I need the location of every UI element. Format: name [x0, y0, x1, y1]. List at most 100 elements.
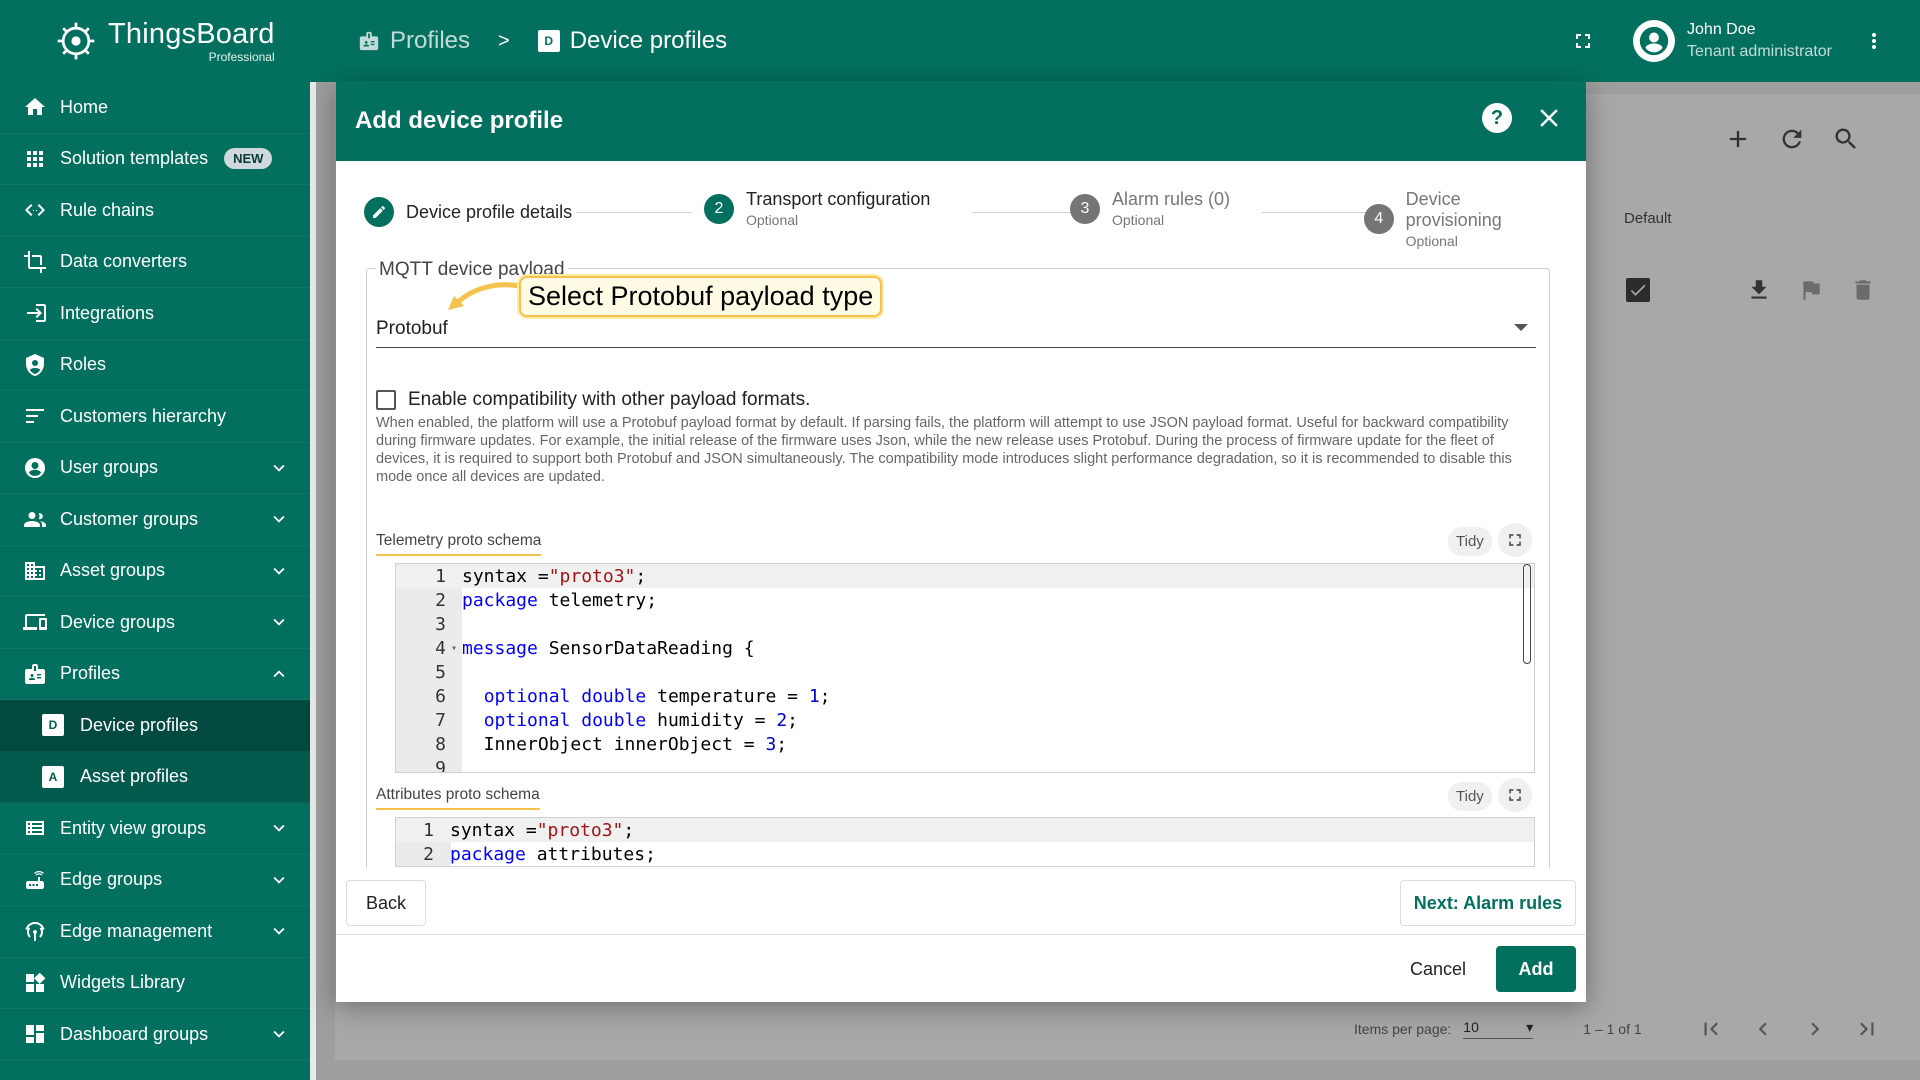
- sidebar-item-roles[interactable]: Roles: [0, 340, 310, 391]
- step-device-profile-details[interactable]: Device profile details: [364, 197, 572, 227]
- last-page-icon[interactable]: [1854, 1016, 1880, 1042]
- check-icon: [1630, 284, 1646, 296]
- telemetry-code-editor[interactable]: 1 syntax ="proto3"; 2 package telemetry;…: [395, 563, 1535, 773]
- chevron-down-icon[interactable]: [268, 817, 290, 839]
- sidebar-item-rule-chains[interactable]: Rule chains: [0, 185, 310, 237]
- step-optional: Optional: [746, 212, 799, 228]
- next-alarm-rules-button[interactable]: Next: Alarm rules: [1400, 880, 1576, 926]
- line-number: 5: [435, 661, 446, 683]
- caret-down-icon: [1514, 324, 1528, 331]
- step-label: Device provisioning: [1405, 189, 1502, 230]
- badge-icon: [359, 31, 379, 51]
- breadcrumb-profiles[interactable]: Profiles: [358, 27, 470, 55]
- sidebar-item-entity-view-groups[interactable]: Entity view groups: [0, 803, 310, 855]
- asset-profile-icon: A: [42, 765, 64, 788]
- fullscreen-icon[interactable]: [1571, 29, 1595, 53]
- chevron-down-icon[interactable]: [268, 611, 290, 633]
- dialog-footer: Back Next: Alarm rules Cancel Add: [336, 868, 1586, 1002]
- flag-icon[interactable]: [1798, 277, 1824, 303]
- sidebar-item-widgets-library[interactable]: Widgets Library: [0, 958, 310, 1009]
- add-icon[interactable]: [1724, 125, 1752, 153]
- editor-scrollbar[interactable]: [1523, 564, 1531, 664]
- code-line: 4 ▾ message SensorDataReading {: [396, 636, 1534, 660]
- chevron-down-icon[interactable]: [268, 560, 290, 582]
- top-bar: Profiles > D Device profiles John Doe Te…: [310, 0, 1920, 82]
- column-header-default[interactable]: Default: [1624, 210, 1672, 227]
- add-button[interactable]: Add: [1496, 946, 1576, 992]
- compatibility-checkbox-row[interactable]: Enable compatibility with other payload …: [376, 389, 810, 411]
- step-device-provisioning[interactable]: 4 Device provisioning Optional: [1364, 189, 1560, 249]
- sidebar-item-customers-hierarchy[interactable]: Customers hierarchy: [0, 391, 310, 443]
- payload-type-select[interactable]: Protobuf: [376, 318, 1536, 348]
- attributes-tidy-button[interactable]: Tidy: [1448, 782, 1492, 811]
- compatibility-checkbox[interactable]: [376, 390, 396, 410]
- sidebar: ThingsBoard Professional Home Solution t…: [0, 0, 310, 1080]
- download-icon[interactable]: [1746, 277, 1772, 303]
- telemetry-tidy-button[interactable]: Tidy: [1448, 527, 1492, 556]
- sidebar-item-asset-profiles[interactable]: A Asset profiles: [0, 751, 310, 803]
- sidebar-item-dashboard-groups[interactable]: Dashboard groups: [0, 1009, 310, 1061]
- step-number: 2: [704, 193, 734, 224]
- sidebar-item-label: Widgets Library: [60, 972, 186, 993]
- sidebar-item-asset-groups[interactable]: Asset groups: [0, 546, 310, 597]
- sidebar-item-home[interactable]: Home: [0, 82, 310, 134]
- prev-page-icon[interactable]: [1750, 1016, 1776, 1042]
- callout-arrow-icon: [448, 282, 521, 310]
- table-toolbar: [1724, 125, 1860, 153]
- sidebar-item-device-profiles[interactable]: D Device profiles: [0, 700, 310, 752]
- code-text: package telemetry;: [462, 589, 658, 611]
- attributes-expand-button[interactable]: [1498, 778, 1532, 812]
- sidebar-item-user-groups[interactable]: User groups: [0, 443, 310, 494]
- step-label: Device profile details: [406, 201, 573, 222]
- chevron-down-icon[interactable]: [268, 1023, 290, 1045]
- fullscreen-icon: [1509, 534, 1521, 546]
- delete-icon[interactable]: [1850, 277, 1876, 303]
- sidebar-item-label: Rule chains: [60, 199, 155, 220]
- sidebar-item-integrations[interactable]: Integrations: [0, 288, 310, 340]
- sidebar-item-edge-management[interactable]: Edge management: [0, 906, 310, 958]
- logo[interactable]: ThingsBoard Professional: [0, 0, 310, 82]
- step-alarm-rules[interactable]: 3 Alarm rules (0) Optional: [1070, 189, 1230, 228]
- more-vert-icon[interactable]: [1862, 29, 1886, 53]
- sidebar-item-edge-groups[interactable]: Edge groups: [0, 855, 310, 906]
- code-text: package attributes;: [450, 843, 656, 865]
- telemetry-expand-button[interactable]: [1498, 523, 1532, 557]
- sidebar-item-solution-templates[interactable]: Solution templates NEW: [0, 134, 310, 185]
- chevron-up-icon[interactable]: [268, 663, 290, 685]
- close-icon[interactable]: [1534, 103, 1564, 133]
- attributes-code-editor[interactable]: 1 syntax ="proto3"; 2 package attributes…: [395, 817, 1535, 867]
- chevron-down-icon[interactable]: [268, 508, 290, 530]
- chevron-down-icon[interactable]: [268, 869, 290, 891]
- step-transport-configuration[interactable]: 2 Transport configuration Optional: [704, 189, 930, 228]
- sidebar-item-label: Solution templates: [60, 148, 209, 169]
- line-number: 2: [423, 843, 434, 865]
- chevron-down-icon[interactable]: [268, 920, 290, 942]
- sidebar-item-device-groups[interactable]: Device groups: [0, 597, 310, 649]
- avatar[interactable]: [1633, 20, 1676, 62]
- user-info[interactable]: John Doe Tenant administrator: [1687, 21, 1832, 61]
- chevron-down-icon[interactable]: [268, 457, 290, 479]
- breadcrumb-label: Profiles: [390, 27, 471, 54]
- code-line: 2 package telemetry;: [396, 588, 1534, 612]
- payload-type-value: Protobuf: [376, 318, 448, 339]
- fold-toggle-icon[interactable]: ▾: [446, 643, 462, 654]
- items-per-page-select[interactable]: 10 ▾: [1463, 1019, 1534, 1039]
- first-page-icon[interactable]: [1698, 1016, 1724, 1042]
- sidebar-item-profiles[interactable]: Profiles: [0, 649, 310, 700]
- refresh-icon[interactable]: [1778, 125, 1806, 153]
- sidebar-item-customer-groups[interactable]: Customer groups: [0, 494, 310, 546]
- sidebar-item-label: Dashboard groups: [60, 1023, 209, 1044]
- next-page-icon[interactable]: [1802, 1016, 1828, 1042]
- cancel-button[interactable]: Cancel: [1394, 946, 1482, 992]
- sidebar-item-label: Data converters: [60, 251, 188, 272]
- back-button[interactable]: Back: [346, 880, 426, 926]
- step-label: Alarm rules (0): [1112, 189, 1231, 209]
- line-number: 1: [423, 819, 434, 841]
- compatibility-label: Enable compatibility with other payload …: [408, 389, 811, 410]
- sidebar-item-data-converters[interactable]: Data converters: [0, 237, 310, 288]
- sidebar-item-label: Edge groups: [60, 869, 163, 890]
- breadcrumb-device-profiles: D Device profiles: [537, 27, 727, 55]
- help-icon[interactable]: ?: [1482, 103, 1512, 133]
- search-icon[interactable]: [1832, 125, 1860, 153]
- compatibility-description: When enabled, the platform will use a Pr…: [376, 415, 1512, 485]
